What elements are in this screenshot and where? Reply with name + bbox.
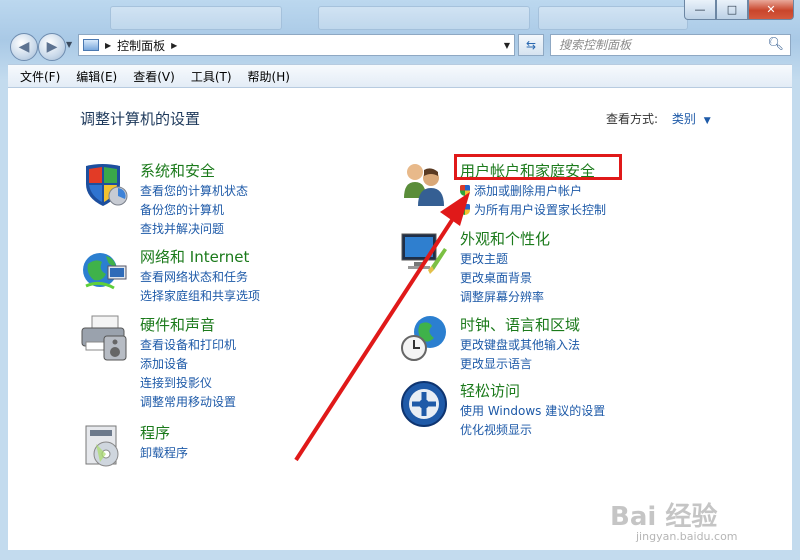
refresh-icon: ⇆ xyxy=(525,38,537,52)
watermark-url: jingyan.baidu.com xyxy=(636,530,738,543)
search-icon[interactable]: 🔍︎ xyxy=(767,37,784,52)
menu-tools[interactable]: 工具(T) xyxy=(189,68,234,85)
address-bar[interactable]: ▶ 控制面板 ▶ ▼ xyxy=(78,34,515,56)
control-panel-icon xyxy=(83,39,99,51)
control-panel-content: 调整计算机的设置 查看方式: 类别 ▼ 系统和安全 查看您的计算机状态 备份您的… xyxy=(8,88,792,550)
annotation-arrow-icon xyxy=(294,192,470,462)
breadcrumb-control-panel[interactable]: 控制面板 xyxy=(117,37,165,54)
window-controls: — □ ✕ xyxy=(684,0,794,20)
background-tab xyxy=(538,6,688,30)
menu-bar: 文件(F) 编辑(E) 查看(V) 工具(T) 帮助(H) xyxy=(8,64,792,88)
search-box[interactable]: 🔍︎ xyxy=(550,34,791,56)
close-button[interactable]: ✕ xyxy=(748,0,794,20)
search-input[interactable] xyxy=(557,37,761,53)
back-arrow-icon: ◀ xyxy=(18,39,30,55)
history-dropdown-icon[interactable]: ▼ xyxy=(66,40,72,49)
background-tab xyxy=(318,6,530,30)
window-frame: — □ ✕ ◀ ▶ ▼ ▶ 控制面板 ▶ ▼ ⇆ 🔍︎ 文件(F) 编辑(E) … xyxy=(0,0,800,560)
maximize-button[interactable]: □ xyxy=(716,0,748,20)
menu-edit[interactable]: 编辑(E) xyxy=(74,68,119,85)
forward-button[interactable]: ▶ xyxy=(38,33,66,61)
breadcrumb-separator-icon[interactable]: ▶ xyxy=(105,41,111,50)
address-dropdown-icon[interactable]: ▼ xyxy=(504,41,510,50)
watermark-logo: Bai 经验 xyxy=(610,502,718,532)
refresh-button[interactable]: ⇆ xyxy=(518,34,544,56)
menu-help[interactable]: 帮助(H) xyxy=(246,68,292,85)
background-tab xyxy=(110,6,282,30)
back-button[interactable]: ◀ xyxy=(10,33,38,61)
forward-arrow-icon: ▶ xyxy=(46,39,58,55)
menu-file[interactable]: 文件(F) xyxy=(18,68,62,85)
breadcrumb-separator-icon[interactable]: ▶ xyxy=(171,41,177,50)
menu-view[interactable]: 查看(V) xyxy=(131,68,177,85)
minimize-button[interactable]: — xyxy=(684,0,716,20)
